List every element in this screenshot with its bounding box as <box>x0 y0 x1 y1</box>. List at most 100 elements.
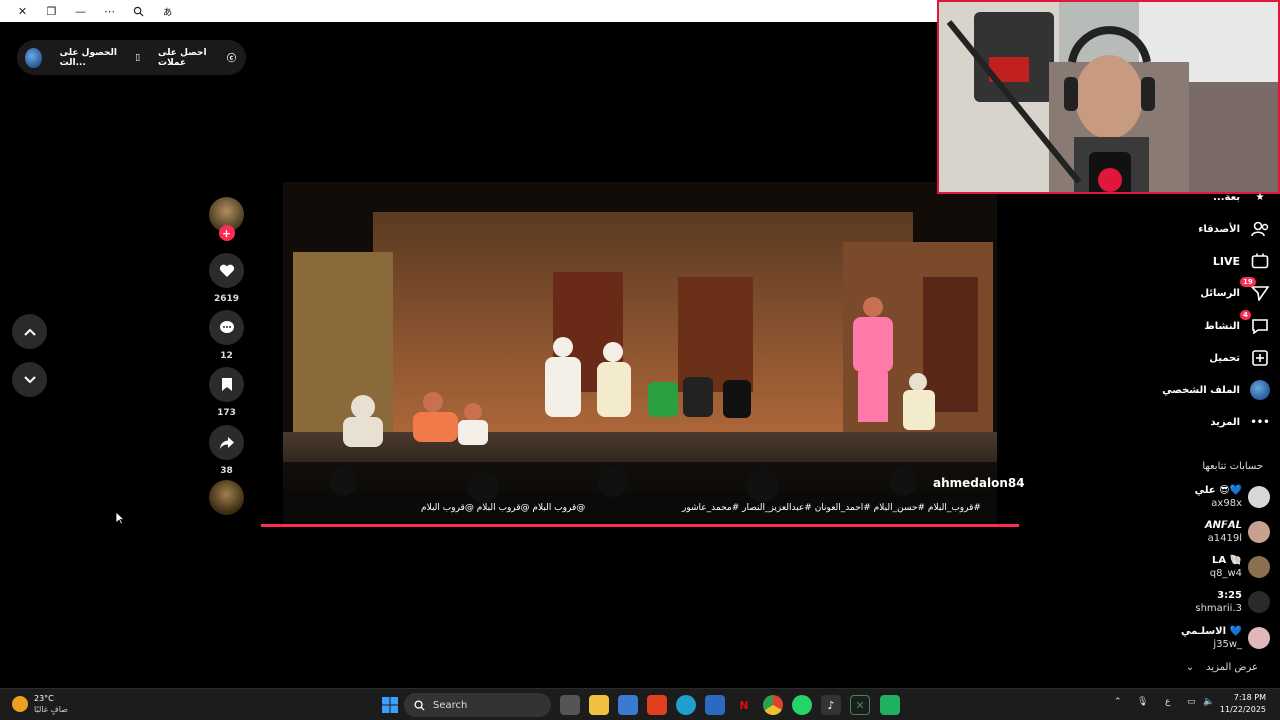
system-clock[interactable]: 7:18 PM 11/22/2025 <box>1220 692 1266 716</box>
follow-plus-icon[interactable]: + <box>218 225 235 241</box>
following-item[interactable]: 𝘼𝙉𝙁𝘼𝙇 a1419l <box>1205 519 1270 545</box>
sidebar-item-label: الأصدقاء <box>1198 223 1240 235</box>
following-section-title: حسابات تتابعها <box>1202 461 1263 472</box>
heart-icon[interactable] <box>209 253 244 288</box>
avatar <box>1248 556 1270 578</box>
sidebar-item-more[interactable]: المزيد ••• <box>1210 412 1270 432</box>
video-progress-bar[interactable] <box>261 524 1019 527</box>
following-item[interactable]: 3:25 shmarii.3 <box>1195 589 1270 615</box>
avatar <box>1248 486 1270 508</box>
get-app-label: الحصول على الت... <box>59 47 117 68</box>
next-video-button[interactable] <box>12 362 47 397</box>
kick-app-icon[interactable] <box>880 695 900 715</box>
translate-icon[interactable]: ぁ <box>153 0 182 22</box>
netflix-icon[interactable]: N <box>734 695 754 715</box>
tray-overflow-icon[interactable]: ⌃ <box>1114 697 1122 707</box>
tiktok-icon[interactable]: ♪ <box>821 695 841 715</box>
task-view-icon[interactable] <box>560 695 580 715</box>
mouse-cursor-icon <box>115 511 125 525</box>
sidebar-item-label: النشاط <box>1204 320 1240 332</box>
brave-browser-icon[interactable] <box>647 695 667 715</box>
chevron-up-icon <box>23 328 36 336</box>
edge-browser-icon[interactable] <box>676 695 696 715</box>
chevron-down-icon: ⌄ <box>1185 662 1195 673</box>
phone-icon: ▯ <box>135 52 141 63</box>
get-coins-label: احصل على عملات <box>158 47 207 68</box>
previous-video-button[interactable] <box>12 314 47 349</box>
taskbar-search[interactable]: Search <box>404 693 551 717</box>
weather-widget[interactable]: 23°C صافٍ غالبًا <box>12 693 68 715</box>
xbox-bar-icon[interactable]: ✕ <box>850 695 870 715</box>
save-action[interactable]: 173 <box>209 367 244 418</box>
restore-icon[interactable]: ❐ <box>37 0 66 22</box>
video-frame <box>283 182 997 525</box>
share-action[interactable]: 38 <box>209 425 244 476</box>
sidebar-item-friends[interactable]: الأصدقاء <box>1198 219 1270 239</box>
messages-badge: 19 <box>1240 277 1256 287</box>
whatsapp-icon[interactable] <box>792 695 812 715</box>
avatar[interactable] <box>25 47 42 68</box>
comment-action[interactable]: 12 <box>209 310 244 361</box>
video-mentions[interactable]: @قروب البلام @قروب البلام @قروب البلام <box>421 503 585 513</box>
following-item[interactable]: LA 🐚 q8_w4 <box>1210 554 1270 580</box>
avatar <box>1248 521 1270 543</box>
get-app-link[interactable]: الحصول على الت... ▯ <box>60 48 140 68</box>
sidebar-item-profile[interactable]: الملف الشخصي <box>1162 380 1270 400</box>
chrome-icon[interactable] <box>763 695 783 715</box>
following-item[interactable]: الاسلـمي 💙 j35w_ <box>1181 625 1270 651</box>
more-icon[interactable]: ⋯ <box>95 0 124 22</box>
sidebar-item-live[interactable]: LIVE <box>1213 251 1270 271</box>
live-icon <box>1250 251 1270 271</box>
profile-avatar-icon <box>1250 380 1270 400</box>
account-handle: q8_w4 <box>1209 568 1242 579</box>
bookmark-icon[interactable] <box>209 367 244 402</box>
mail-icon[interactable] <box>705 695 725 715</box>
get-coins-link[interactable]: احصل على عملات ⓒ <box>158 48 236 68</box>
sidebar-item-activity[interactable]: النشاط 4 <box>1204 310 1270 336</box>
following-item[interactable]: علي 😎💙 ax98x <box>1195 484 1270 510</box>
sound-disc[interactable] <box>209 480 244 515</box>
account-name: علي 😎💙 <box>1194 485 1242 496</box>
avatar <box>1248 627 1270 649</box>
sidebar-item-label: الملف الشخصي <box>1162 384 1240 396</box>
see-more-button[interactable]: ⌄ عرض المزيد <box>1186 662 1258 673</box>
sidebar-item-upload[interactable]: تحميل <box>1209 348 1270 368</box>
star-icon: ★ <box>1255 191 1265 203</box>
coin-icon: ⓒ <box>226 54 236 64</box>
account-name: 3:25 <box>1217 590 1242 601</box>
minimize-icon[interactable]: — <box>66 0 95 22</box>
volume-icon[interactable]: 🔈 <box>1203 697 1214 707</box>
comment-icon[interactable] <box>209 310 244 345</box>
inbox-icon: 4 <box>1240 310 1270 336</box>
language-indicator[interactable]: ع <box>1165 697 1170 707</box>
window-titlebar: ✕ ❐ — ⋯ ぁ <box>0 0 938 22</box>
temperature: 23°C <box>34 694 54 703</box>
video-hashtags[interactable]: #قروب_البلام #حسن_البلام #احمد_العونان #… <box>682 503 981 513</box>
weather-icon <box>12 696 28 712</box>
microphone-icon[interactable]: 🎙 <box>1137 697 1148 707</box>
sidebar-item-label: المزيد <box>1210 416 1240 428</box>
video-author[interactable]: ahmedalon84 <box>933 476 1025 490</box>
creator-avatar-button[interactable]: + <box>209 197 244 241</box>
video-player[interactable] <box>283 182 997 525</box>
sidebar-item-label: ...بعة <box>1213 191 1240 203</box>
file-explorer-icon[interactable] <box>589 695 609 715</box>
clock-date: 11/22/2025 <box>1219 705 1266 714</box>
share-icon[interactable] <box>209 425 244 460</box>
close-icon[interactable]: ✕ <box>8 0 37 22</box>
weather-desc: صافٍ غالبًا <box>34 705 68 714</box>
network-icon[interactable]: ▭ <box>1187 697 1196 707</box>
sidebar-item-messages[interactable]: الرسائل 19 <box>1200 277 1270 303</box>
account-handle: ax98x <box>1211 498 1242 509</box>
account-handle: j35w_ <box>1213 639 1242 650</box>
see-more-label: عرض المزيد <box>1206 662 1258 673</box>
account-handle: shmarii.3 <box>1195 603 1242 614</box>
zoom-icon[interactable] <box>124 0 153 22</box>
music-disc-icon <box>209 480 244 515</box>
like-action[interactable]: 2619 <box>209 253 244 304</box>
start-button[interactable] <box>380 695 400 715</box>
like-count: 2619 <box>213 294 240 304</box>
windows-taskbar: 23°C صافٍ غالبًا Search N ♪ ✕ ⌃ 🎙 ع ▭ 🔈 … <box>0 688 1280 720</box>
sidebar-item-following[interactable]: ...بعة ★ <box>1213 187 1270 207</box>
store-icon[interactable] <box>618 695 638 715</box>
